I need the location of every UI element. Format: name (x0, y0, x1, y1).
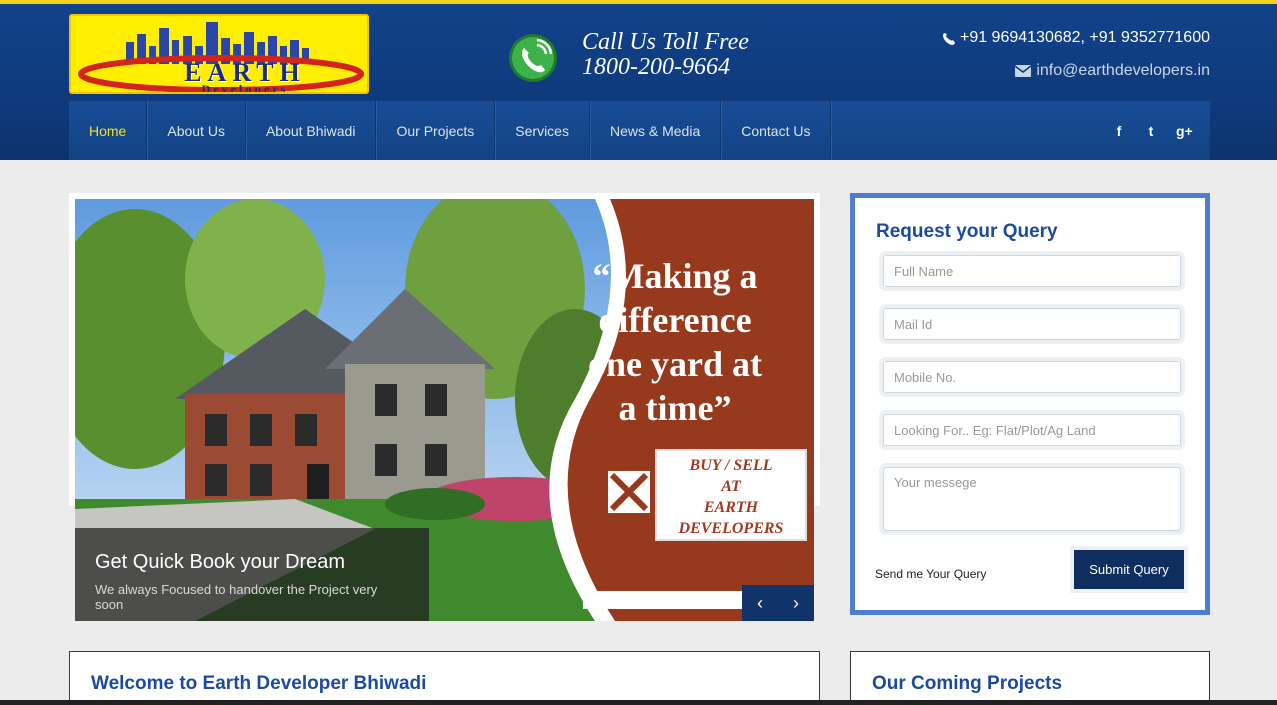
query-form: Request your Query Full Name Mail Id Mob… (850, 193, 1210, 615)
earth-mark-icon (608, 471, 650, 513)
coming-projects-panel: Our Coming Projects (850, 651, 1210, 705)
slider-quote: “Making a difference one yard at a time” (588, 256, 762, 428)
welcome-heading: Welcome to Earth Developer Bhiwadi (91, 673, 427, 694)
social-links: f t g+ (1112, 101, 1193, 160)
nav-item-contact-us[interactable]: Contact Us (721, 101, 832, 160)
nav-item-home[interactable]: Home (69, 101, 148, 160)
full-name-input[interactable]: Full Name (883, 255, 1181, 287)
mail-id-input[interactable]: Mail Id (883, 308, 1181, 340)
nav-item-our-projects[interactable]: Our Projects (376, 101, 496, 160)
envelope-icon (1015, 65, 1032, 77)
twitter-icon[interactable]: t (1144, 123, 1158, 139)
form-title: Request your Query (876, 221, 1058, 242)
toll-free-number[interactable]: 1800-200-9664 (582, 55, 749, 80)
buy-sell-ad: BUY / SELL AT EARTH DEVELOPERS (655, 449, 807, 541)
bottom-strip (0, 700, 1277, 705)
slider-caption: Get Quick Book your Dream We always Focu… (75, 528, 429, 621)
nav-item-about-us[interactable]: About Us (147, 101, 246, 160)
email-link[interactable]: info@earthdevelopers.in (1036, 62, 1210, 80)
coming-projects-heading: Our Coming Projects (872, 673, 1063, 694)
ad-line: EARTH (703, 499, 759, 516)
nav-item-about-bhiwadi[interactable]: About Bhiwadi (246, 101, 377, 160)
chevron-left-icon[interactable]: ‹ (742, 585, 778, 621)
welcome-panel: Welcome to Earth Developer Bhiwadi (69, 651, 820, 705)
phone-icon (942, 32, 955, 45)
caption-subtitle: We always Focused to handover the Projec… (95, 582, 378, 612)
main-nav: Home About Us About Bhiwadi Our Projects… (69, 101, 1210, 160)
phone-call-icon (509, 34, 557, 82)
nav-item-news-media[interactable]: News & Media (590, 101, 722, 160)
hero-slider: “Making a difference one yard at a time”… (75, 199, 814, 621)
site-header: EARTH Developers Call Us Toll Free 1800-… (0, 4, 1277, 160)
google-plus-icon[interactable]: g+ (1176, 123, 1193, 139)
contact-info: +91 9694130682, +91 9352771600 info@eart… (942, 28, 1210, 81)
logo-subtitle: Developers (201, 82, 289, 94)
mobile-input[interactable]: Mobile No. (883, 361, 1181, 393)
caption-title: Get Quick Book your Dream (95, 551, 346, 573)
ad-line: AT (721, 478, 741, 495)
slider-controls: ‹ › (742, 585, 814, 621)
ad-line: DEVELOPERS (678, 520, 784, 537)
slider-progress-bar (583, 591, 743, 609)
send-query-label: Send me Your Query (875, 567, 987, 581)
chevron-right-icon[interactable]: › (778, 585, 814, 621)
toll-free-block: Call Us Toll Free 1800-200-9664 (582, 30, 749, 80)
looking-for-input[interactable]: Looking For.. Eg: Flat/Plot/Ag Land (883, 414, 1181, 446)
ad-line: BUY / SELL (689, 457, 773, 474)
phone-numbers[interactable]: +91 9694130682, +91 9352771600 (960, 29, 1210, 47)
toll-free-label: Call Us Toll Free (582, 29, 749, 55)
submit-query-button[interactable]: Submit Query (1074, 550, 1184, 589)
nav-item-services[interactable]: Services (495, 101, 590, 160)
message-textarea[interactable]: Your messege (883, 467, 1181, 531)
site-logo[interactable]: EARTH Developers (69, 14, 369, 94)
facebook-icon[interactable]: f (1112, 123, 1126, 139)
